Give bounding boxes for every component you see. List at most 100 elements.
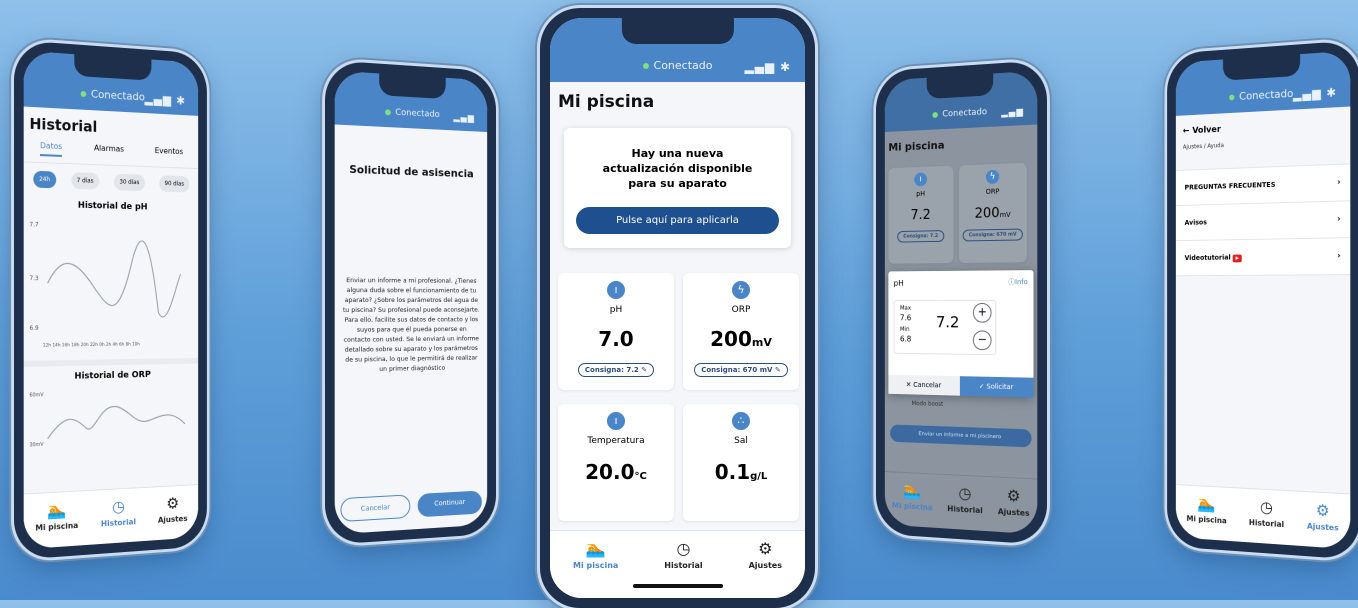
connected-dot-icon xyxy=(932,111,938,118)
orp-tick: 30mV xyxy=(29,441,44,449)
dialog-value: 7.2 xyxy=(936,312,960,332)
tab-bar: 🏊 Mi piscina ◷ Historial ⚙ Ajustes xyxy=(23,484,199,550)
orp-value: 200mV xyxy=(710,327,772,351)
page-title: Solicitud de asisencia xyxy=(349,162,474,181)
assist-body: Enviar un informe a mi profesional. ¿Tie… xyxy=(342,276,480,373)
connected-dot-icon xyxy=(80,90,87,98)
connected-dot-icon xyxy=(642,63,649,69)
boost-toggle[interactable]: Modo boost xyxy=(912,400,944,408)
tab-settings[interactable]: ⚙ Ajustes xyxy=(749,539,782,570)
pencil-icon: ✎ xyxy=(774,366,781,374)
info-icon: ⓘ xyxy=(1008,278,1016,287)
orp-setpoint[interactable]: Consigna: 670 mV ✎ xyxy=(694,363,788,377)
range-30d[interactable]: 30 días xyxy=(114,173,145,192)
check-icon: ✓ xyxy=(978,382,987,391)
gear-icon: ⚙ xyxy=(758,539,773,558)
tab-history[interactable]: ◷ Historial xyxy=(1249,497,1284,529)
assist-actions: Cancelar Continuar xyxy=(340,490,482,523)
max-value: 7.6 xyxy=(899,313,912,323)
signal-icon: ▂▄▆ xyxy=(1001,107,1024,119)
ph-tick: 7.7 xyxy=(29,221,39,229)
signal-icon: ▂▄▆ xyxy=(453,112,475,124)
subtab-alarms[interactable]: Alarmas xyxy=(94,144,124,160)
tab-history[interactable]: ◷ Historial xyxy=(101,496,136,529)
temperature-label: Temperatura xyxy=(587,436,645,446)
faq-item[interactable]: PREGUNTAS FRECUENTES › xyxy=(1175,164,1351,207)
thermometer-icon: ı xyxy=(607,281,625,299)
temperature-value: 20.0°C xyxy=(585,460,647,484)
range-box: Max 7.6 Min 6.8 7.2 + − xyxy=(893,300,997,356)
increment-button[interactable]: + xyxy=(972,302,992,323)
dialog-title: pH xyxy=(893,278,904,288)
notch xyxy=(621,18,734,44)
gear-icon: ⚙ xyxy=(1315,500,1330,521)
page-title: Mi piscina xyxy=(558,92,655,112)
range-selector: 24h 7 días 30 días 90 días xyxy=(24,162,198,200)
subtab-events[interactable]: Eventos xyxy=(155,146,183,162)
tab-history[interactable]: ◷ Historial xyxy=(664,539,702,570)
orp-setpoint[interactable]: Consigna: 670 mV xyxy=(962,228,1024,242)
phone-ph-dialog: Conectado ▂▄▆ Mi piscina ı pH 7.2 Consig… xyxy=(875,60,1047,545)
connection-status: Conectado xyxy=(395,107,440,120)
tab-history[interactable]: ◷ Historial xyxy=(947,483,983,515)
ph-value: 7.2 xyxy=(910,207,931,224)
salt-card[interactable]: ∴ Sal 0.1g/L xyxy=(683,404,799,521)
back-arrow-icon: ← xyxy=(1182,126,1193,137)
tab-pool[interactable]: 🏊 Mi piscina xyxy=(1186,493,1226,525)
pool-screen: Conectado ▂▄▆ ✱ Mi piscina Hay una nueva… xyxy=(550,18,805,598)
ph-label: pH xyxy=(609,305,623,315)
pencil-icon: ✎ xyxy=(641,366,648,374)
apply-update-button[interactable]: Pulse aquí para aplicarla xyxy=(576,207,779,234)
dialog-confirm-button[interactable]: ✓ Solicitar xyxy=(959,376,1034,398)
help-screen: Conectado ▂▄▆ ✱ ← Volver Ajustes / Ayuda… xyxy=(1175,50,1351,550)
tab-settings[interactable]: ⚙ Ajustes xyxy=(1307,500,1339,533)
orp-card[interactable]: ϟ ORP 200mV Consigna: 670 mV xyxy=(958,162,1027,263)
notch xyxy=(378,73,446,100)
notices-item[interactable]: Avisos › xyxy=(1175,201,1351,242)
orp-card[interactable]: ϟ ORP 200mV Consigna: 670 mV ✎ xyxy=(683,273,799,390)
tab-pool[interactable]: 🏊 Mi piscina xyxy=(892,480,933,513)
tab-settings[interactable]: ⚙ Ajustes xyxy=(998,485,1030,518)
continue-button[interactable]: Continuar xyxy=(417,490,482,518)
notch xyxy=(926,73,994,100)
clock-icon: ◷ xyxy=(112,496,125,516)
video-tutorial-item[interactable]: Videotutorial ▶ › xyxy=(1175,238,1351,277)
ph-card[interactable]: ı pH 7.2 Consigna: 7.2 xyxy=(888,165,954,264)
ph-chart: 7.7 7.3 6.9 12h 14h 16h 18h 20h 22h 0h 2… xyxy=(29,213,192,352)
dialog-cancel-button[interactable]: ✕ Cancelar xyxy=(888,374,960,396)
temperature-card[interactable]: ı Temperatura 20.0°C xyxy=(558,404,674,521)
dialog-actions: ✕ Cancelar ✓ Solicitar xyxy=(888,374,1034,398)
range-7d[interactable]: 7 días xyxy=(71,172,100,190)
gear-icon: ⚙ xyxy=(1006,485,1021,506)
cancel-button[interactable]: Cancelar xyxy=(340,494,410,523)
subtab-data[interactable]: Datos xyxy=(40,141,63,157)
tab-pool[interactable]: 🏊 Mi piscina xyxy=(573,539,618,570)
ph-setpoint[interactable]: Consigna: 7.2 ✎ xyxy=(577,363,655,377)
connection-status: Conectado xyxy=(1239,87,1294,103)
pool-icon: 🏊 xyxy=(903,480,922,500)
connected-dot-icon xyxy=(384,108,391,115)
range-24h[interactable]: 24h xyxy=(33,170,56,189)
home-indicator[interactable] xyxy=(632,584,723,588)
report-button[interactable]: Enviar un informe a mi piscinero xyxy=(890,424,1032,448)
gear-icon: ⚙ xyxy=(166,493,180,513)
tab-pool[interactable]: 🏊 Mi piscina xyxy=(35,499,78,533)
tab-bar: 🏊 Mi piscina ◷ Historial ⚙ Ajustes xyxy=(550,530,805,598)
orp-value: 200mV xyxy=(974,205,1011,222)
ph-card[interactable]: ı pH 7.0 Consigna: 7.2 ✎ xyxy=(558,273,674,390)
info-link[interactable]: ⓘInfo xyxy=(1008,277,1027,287)
orp-line xyxy=(43,381,190,454)
salt-value: 0.1g/L xyxy=(714,460,768,484)
help-list: PREGUNTAS FRECUENTES › Avisos › Videotutor… xyxy=(1175,163,1351,277)
salt-icon: ∴ xyxy=(732,412,750,430)
ph-setpoint[interactable]: Consigna: 7.2 xyxy=(897,230,945,243)
clock-icon: ◷ xyxy=(958,483,972,503)
chevron-right-icon: › xyxy=(1337,177,1341,188)
decrement-button[interactable]: − xyxy=(972,330,992,351)
ph-tick: 6.9 xyxy=(29,324,39,332)
update-text: Hay una nueva actualización disponible p… xyxy=(602,147,753,190)
ph-tick: 7.3 xyxy=(29,275,39,283)
tab-settings[interactable]: ⚙ Ajustes xyxy=(158,493,188,525)
clock-icon: ◷ xyxy=(676,539,691,558)
range-90d[interactable]: 90 días xyxy=(159,175,190,193)
